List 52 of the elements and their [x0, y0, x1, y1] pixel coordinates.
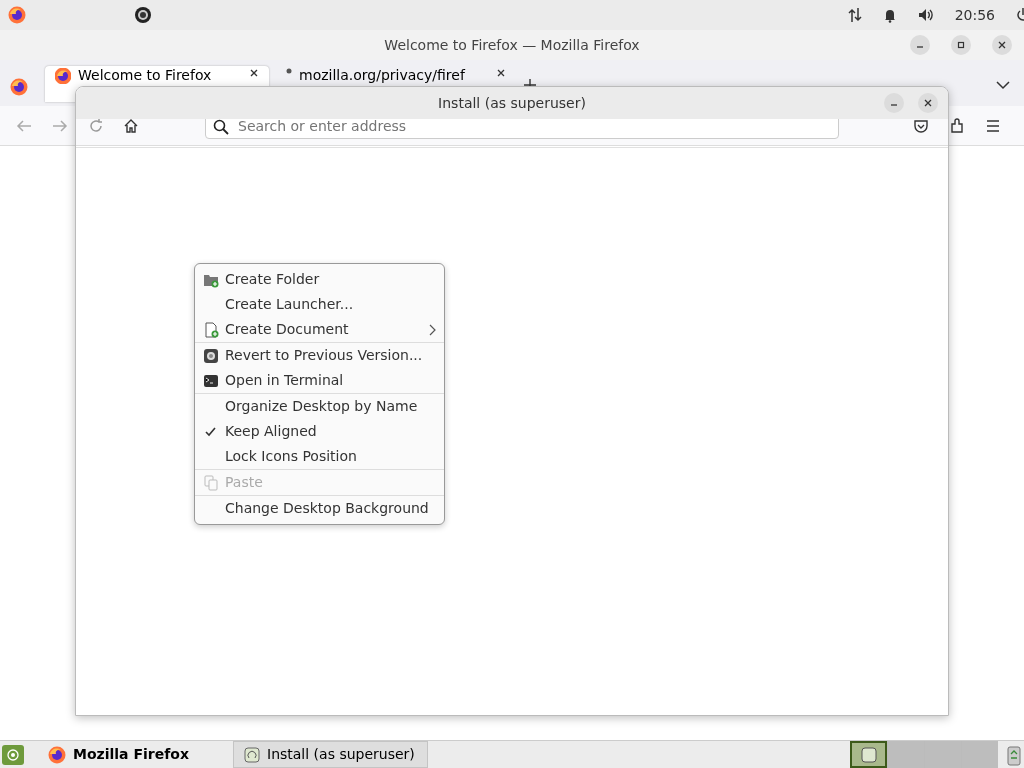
- home-button[interactable]: [123, 117, 139, 134]
- firefox-icon: [48, 745, 66, 764]
- pocket-button[interactable]: [913, 117, 929, 134]
- terminal-icon: [203, 372, 219, 389]
- workspace-button[interactable]: [850, 741, 887, 768]
- desktop-icon: [7, 748, 19, 761]
- menu-item[interactable]: Create Launcher...: [195, 292, 444, 317]
- menu-button[interactable]: [985, 117, 1001, 134]
- chevron-down-icon[interactable]: [996, 78, 1010, 92]
- pocket-icon: [913, 117, 929, 134]
- window-thumbnail-icon: [860, 747, 877, 763]
- menu-item[interactable]: Organize Desktop by Name: [195, 394, 444, 419]
- network-arrows-icon[interactable]: [847, 7, 862, 23]
- show-desktop-button[interactable]: [2, 744, 24, 765]
- loading-dot-icon: [286, 68, 292, 74]
- reload-icon: [88, 117, 104, 134]
- back-icon: [16, 117, 32, 134]
- firefox-view-button[interactable]: [10, 78, 28, 96]
- menu-item[interactable]: Open in Terminal: [195, 368, 444, 393]
- volume-icon[interactable]: [917, 7, 934, 23]
- firefox-icon: [55, 68, 71, 84]
- menu-item[interactable]: Create Folder: [195, 267, 444, 292]
- minimize-button[interactable]: [884, 93, 904, 113]
- close-icon[interactable]: [249, 68, 259, 78]
- maximize-icon: [956, 40, 966, 50]
- close-button[interactable]: [918, 93, 938, 113]
- reload-button[interactable]: [88, 117, 104, 134]
- menu-item[interactable]: Create Document: [195, 317, 444, 342]
- menu-item[interactable]: Lock Icons Position: [195, 444, 444, 469]
- menu-item[interactable]: Keep Aligned: [195, 419, 444, 444]
- close-button[interactable]: [992, 35, 1012, 55]
- home-icon: [123, 117, 139, 134]
- close-icon: [923, 98, 933, 108]
- extensions-button[interactable]: [949, 117, 965, 134]
- maximize-button[interactable]: [951, 35, 971, 55]
- window-title: Welcome to Firefox — Mozilla Firefox: [384, 35, 640, 55]
- forward-icon: [52, 117, 68, 134]
- document-plus-icon: [203, 321, 219, 338]
- menu-item[interactable]: Revert to Previous Version...: [195, 343, 444, 368]
- taskbar-button[interactable]: Install (as superuser): [233, 741, 428, 768]
- clipboard-icon: [203, 474, 219, 491]
- clock[interactable]: 20:56: [954, 4, 995, 26]
- close-icon[interactable]: [496, 68, 506, 78]
- menu-item[interactable]: Change Desktop Background: [195, 496, 444, 521]
- dialog-title: Install (as superuser): [438, 93, 586, 113]
- close-icon: [997, 40, 1007, 50]
- firefox-icon: [10, 78, 28, 96]
- minimize-button[interactable]: [910, 35, 930, 55]
- taskbar-button[interactable]: Mozilla Firefox: [38, 741, 233, 768]
- menu-icon: [985, 117, 1001, 134]
- firefox-icon[interactable]: [8, 6, 26, 24]
- extensions-icon: [949, 117, 965, 134]
